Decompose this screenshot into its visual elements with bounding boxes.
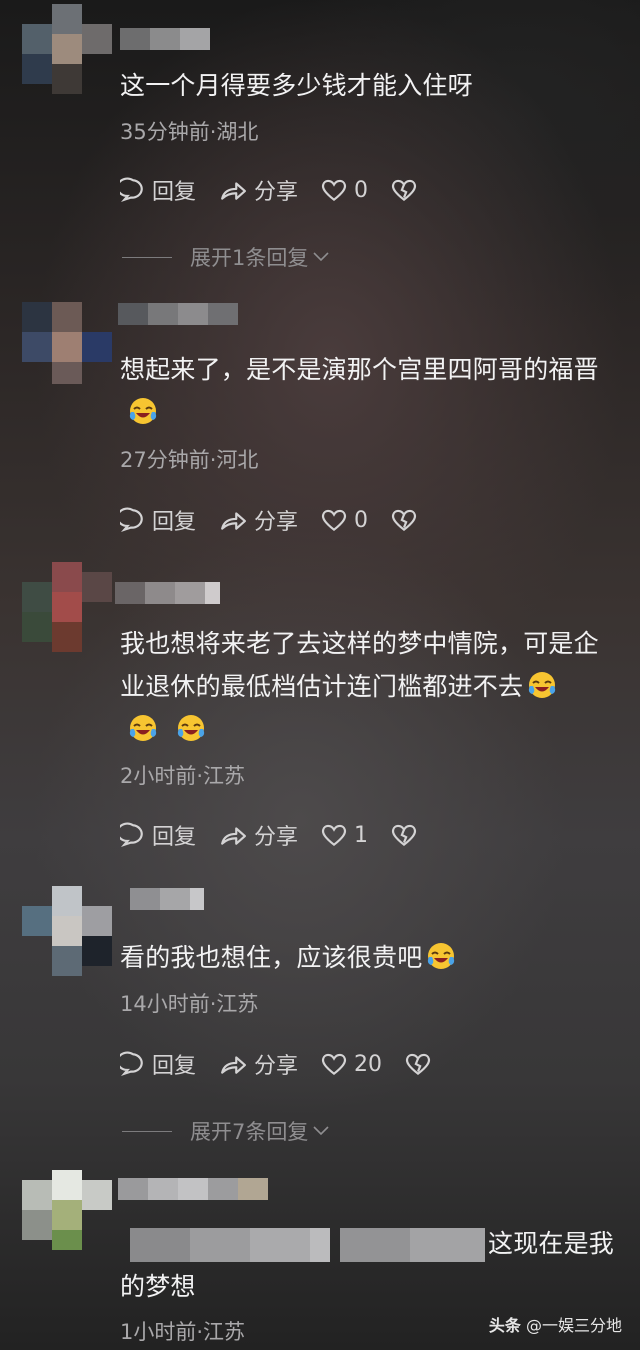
share-button[interactable]: 分享 — [218, 174, 298, 206]
comment-text: 看的我也想住，应该很贵吧 — [120, 936, 620, 979]
chevron-down-icon — [313, 1126, 329, 1136]
reply-button[interactable]: 回复 — [120, 504, 196, 536]
share-button[interactable]: 分享 — [218, 504, 298, 536]
avatar[interactable] — [22, 4, 118, 100]
heart-icon — [320, 177, 348, 203]
share-icon — [218, 177, 248, 203]
share-icon — [218, 822, 248, 848]
reply-label: 回复 — [152, 1054, 197, 1079]
comment-text-line2: 的梦想 — [120, 1272, 196, 1301]
reply-label: 回复 — [152, 180, 197, 205]
heart-icon — [320, 822, 348, 848]
comment-text-line2: 业退休的最低档估计连门槛都进不去 — [120, 672, 524, 701]
share-label: 分享 — [254, 825, 299, 850]
comment-meta: 2小时前·江苏 — [120, 764, 246, 788]
reply-label: 回复 — [152, 510, 197, 535]
share-button[interactable]: 分享 — [218, 1048, 298, 1080]
expand-replies-button[interactable]: 展开1条回复 — [122, 242, 330, 272]
like-count: 0 — [354, 507, 369, 533]
crying-laughing-emoji — [527, 670, 557, 700]
comment-meta: 35分钟前·湖北 — [120, 120, 259, 144]
like-button[interactable]: 0 — [320, 177, 368, 203]
avatar[interactable] — [22, 886, 118, 982]
share-label: 分享 — [254, 1054, 299, 1079]
comment-text-body: 看的我也想住，应该很贵吧 — [120, 943, 423, 972]
comment-text-body: 想起来了，是不是演那个宫里四阿哥的福晋 — [120, 355, 599, 384]
heart-icon — [320, 507, 348, 533]
like-button[interactable]: 0 — [320, 507, 368, 533]
reply-button[interactable]: 回复 — [120, 174, 196, 206]
comment-text: 想起来了，是不是演那个宫里四阿哥的福晋 — [120, 348, 620, 434]
like-count: 1 — [354, 822, 369, 848]
broken-heart-icon — [390, 507, 418, 533]
reply-button[interactable]: 回复 — [120, 819, 196, 851]
avatar[interactable] — [22, 562, 118, 658]
share-label: 分享 — [254, 510, 299, 535]
dislike-button[interactable] — [390, 177, 424, 203]
comment-meta: 14小时前·江苏 — [120, 992, 259, 1016]
comment-actions: 回复 分享 0 — [120, 504, 446, 536]
reply-icon — [120, 1051, 146, 1077]
comment-text-line1: 我也想将来老了去这样的梦中情院，可是企 — [120, 629, 599, 658]
watermark-site: 头条 — [488, 1316, 521, 1335]
expand-replies-button[interactable]: 展开7条回复 — [122, 1116, 330, 1146]
avatar[interactable] — [22, 292, 118, 388]
comment-text: 我也想将来老了去这样的梦中情院，可是企 业退休的最低档估计连门槛都进不去 — [120, 622, 620, 751]
reply-icon — [120, 507, 146, 533]
reply-icon — [120, 177, 146, 203]
like-button[interactable]: 20 — [320, 1051, 382, 1077]
like-count: 20 — [354, 1051, 383, 1077]
comment-meta: 1小时前·江苏 — [120, 1320, 246, 1344]
broken-heart-icon — [390, 822, 418, 848]
comment-text-redacted — [130, 1228, 485, 1262]
divider-line — [122, 1130, 172, 1132]
reply-label: 回复 — [152, 825, 197, 850]
divider-line — [122, 256, 172, 258]
comment-actions: 回复 分享 0 — [120, 174, 446, 206]
crying-laughing-emoji — [128, 713, 158, 743]
heart-icon — [320, 1051, 348, 1077]
crying-laughing-emoji — [176, 713, 206, 743]
broken-heart-icon — [404, 1051, 432, 1077]
watermark-handle: @一娱三分地 — [525, 1316, 622, 1335]
expand-label: 展开7条回复 — [190, 1120, 309, 1144]
comment-actions: 回复 分享 1 — [120, 819, 446, 851]
share-button[interactable]: 分享 — [218, 819, 298, 851]
dislike-button[interactable] — [404, 1051, 438, 1077]
dislike-button[interactable] — [390, 822, 424, 848]
comment-text: 这一个月得要多少钱才能入住呀 — [120, 71, 473, 100]
broken-heart-icon — [390, 177, 418, 203]
share-label: 分享 — [254, 180, 299, 205]
reply-button[interactable]: 回复 — [120, 1048, 196, 1080]
dislike-button[interactable] — [390, 507, 424, 533]
comment-actions: 回复 分享 20 — [120, 1048, 460, 1080]
crying-laughing-emoji — [128, 396, 158, 426]
like-count: 0 — [354, 177, 369, 203]
watermark: 头条 @一娱三分地 — [489, 1312, 622, 1336]
share-icon — [218, 1051, 248, 1077]
comment-text-tail: 这现在是我 — [488, 1229, 615, 1258]
reply-icon — [120, 822, 146, 848]
expand-label: 展开1条回复 — [190, 246, 309, 270]
share-icon — [218, 507, 248, 533]
chevron-down-icon — [313, 252, 329, 262]
avatar[interactable] — [22, 1160, 118, 1256]
like-button[interactable]: 1 — [320, 822, 368, 848]
crying-laughing-emoji — [426, 941, 456, 971]
comment-meta: 27分钟前·河北 — [120, 448, 259, 472]
